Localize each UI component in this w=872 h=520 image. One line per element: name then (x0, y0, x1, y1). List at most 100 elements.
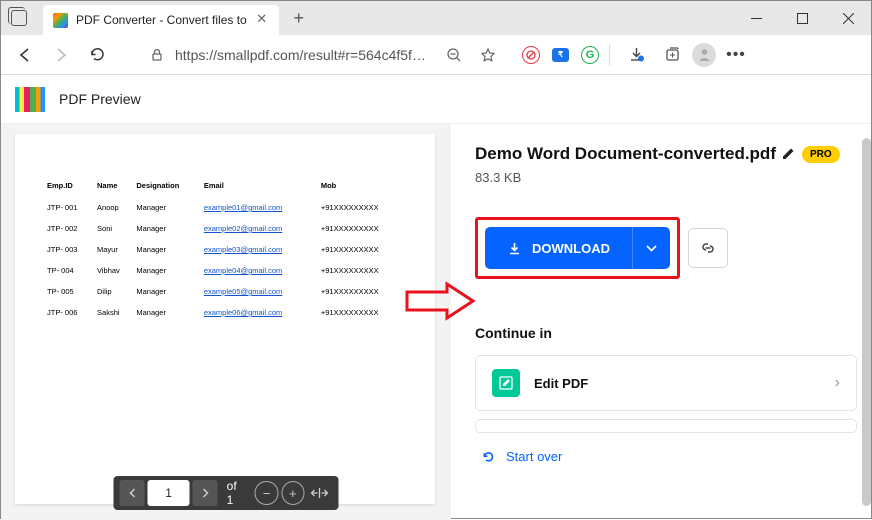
table-row: TP- 004VibhavManagerexample04@gmail.com+… (45, 261, 405, 280)
table-header: Emp.ID (45, 178, 93, 196)
table-cell: JTP- 001 (45, 198, 93, 217)
start-over-link[interactable]: Start over (475, 441, 857, 472)
tab-title: PDF Converter - Convert files to (76, 13, 247, 27)
edit-pdf-label: Edit PDF (534, 376, 821, 391)
table-cell: Sakshi (95, 303, 132, 322)
table-cell: +91XXXXXXXXX (319, 198, 405, 217)
next-page-button[interactable] (193, 480, 218, 506)
back-button[interactable] (9, 39, 41, 71)
restart-icon (481, 449, 496, 464)
minimize-button[interactable] (733, 2, 779, 34)
table-cell: Dilip (95, 282, 132, 301)
zoom-out-button[interactable]: − (255, 481, 278, 505)
preview-table: Emp.IDNameDesignationEmailMob JTP- 001An… (43, 176, 407, 324)
table-cell: +91XXXXXXXXX (319, 261, 405, 280)
menu-icon[interactable]: ••• (720, 39, 752, 71)
table-cell: example03@gmail.com (202, 240, 317, 259)
table-row: JTP- 001AnoopManagerexample01@gmail.com+… (45, 198, 405, 217)
scrollbar[interactable] (862, 138, 871, 506)
address-bar: https://smallpdf.com/result#r=564c4f5f7…… (1, 35, 871, 75)
details-pane: Demo Word Document-converted.pdf PRO 83.… (451, 124, 871, 520)
tab-manager-icon[interactable] (11, 10, 27, 26)
app-header: PDF Preview (1, 75, 871, 123)
preview-pane: Emp.IDNameDesignationEmailMob JTP- 001An… (1, 124, 451, 520)
page-title: PDF Preview (59, 91, 141, 107)
table-cell: Anoop (95, 198, 132, 217)
table-header: Designation (134, 178, 199, 196)
zoom-in-button[interactable]: + (281, 481, 304, 505)
table-cell: JTP- 006 (45, 303, 93, 322)
annotation-arrow (405, 281, 477, 326)
share-link-button[interactable] (688, 228, 728, 268)
table-cell: Manager (134, 198, 199, 217)
profile-icon[interactable] (692, 43, 716, 67)
browser-tab[interactable]: PDF Converter - Convert files to ✕ (43, 5, 279, 35)
forward-button[interactable] (45, 39, 77, 71)
table-cell: Manager (134, 303, 199, 322)
extension-price-icon[interactable]: ₹ (552, 48, 569, 62)
refresh-button[interactable] (81, 39, 113, 71)
red-highlight-box: DOWNLOAD (475, 217, 680, 279)
download-button[interactable]: DOWNLOAD (485, 227, 670, 269)
next-option-placeholder[interactable] (475, 419, 857, 433)
tab-favicon (53, 13, 68, 28)
file-size: 83.3 KB (475, 170, 857, 185)
start-over-label: Start over (506, 449, 562, 464)
table-cell: example05@gmail.com (202, 282, 317, 301)
table-row: JTP- 002SoniManagerexample02@gmail.com+9… (45, 219, 405, 238)
new-tab-button[interactable]: + (285, 4, 313, 32)
table-cell: example02@gmail.com (202, 219, 317, 238)
table-cell: TP- 004 (45, 261, 93, 280)
download-label: DOWNLOAD (532, 241, 610, 256)
table-cell: Soni (95, 219, 132, 238)
table-cell: Mayur (95, 240, 132, 259)
edit-pdf-option[interactable]: Edit PDF › (475, 355, 857, 411)
pro-badge[interactable]: PRO (802, 146, 840, 163)
lock-icon[interactable] (143, 48, 171, 62)
table-cell: example04@gmail.com (202, 261, 317, 280)
fit-width-button[interactable] (307, 480, 332, 506)
table-header: Name (95, 178, 132, 196)
continue-label: Continue in (475, 325, 857, 341)
table-row: TP- 005DilipManagerexample05@gmail.com+9… (45, 282, 405, 301)
collections-icon[interactable] (656, 39, 688, 71)
zoom-out-icon[interactable] (438, 39, 470, 71)
table-cell: JTP- 002 (45, 219, 93, 238)
table-cell: Manager (134, 261, 199, 280)
file-title: Demo Word Document-converted.pdf (475, 144, 776, 164)
edit-pdf-icon (492, 369, 520, 397)
prev-page-button[interactable] (120, 480, 145, 506)
pdf-page-preview[interactable]: Emp.IDNameDesignationEmailMob JTP- 001An… (15, 134, 435, 504)
extension-grammarly-icon[interactable]: G (581, 46, 599, 64)
table-cell: JTP- 003 (45, 240, 93, 259)
table-cell: +91XXXXXXXXX (319, 303, 405, 322)
table-cell: Vibhav (95, 261, 132, 280)
table-cell: Manager (134, 282, 199, 301)
extension-adblock-icon[interactable] (522, 46, 540, 64)
table-cell: example06@gmail.com (202, 303, 317, 322)
url-text[interactable]: https://smallpdf.com/result#r=564c4f5f7… (175, 47, 430, 63)
page-number-input[interactable] (148, 480, 190, 506)
rename-icon[interactable] (781, 146, 797, 162)
smallpdf-logo[interactable] (15, 87, 45, 112)
maximize-button[interactable] (779, 2, 825, 34)
table-cell: +91XXXXXXXXX (319, 219, 405, 238)
download-caret[interactable] (632, 227, 670, 269)
window-controls (733, 2, 871, 34)
table-cell: Manager (134, 240, 199, 259)
table-cell: Manager (134, 219, 199, 238)
table-cell: +91XXXXXXXXX (319, 240, 405, 259)
downloads-icon[interactable] (620, 39, 652, 71)
favorite-icon[interactable] (472, 39, 504, 71)
table-row: JTP- 003MayurManagerexample03@gmail.com+… (45, 240, 405, 259)
table-header: Mob (319, 178, 405, 196)
close-tab-button[interactable]: ✕ (255, 13, 269, 27)
table-cell: TP- 005 (45, 282, 93, 301)
download-icon (507, 241, 522, 256)
separator (609, 44, 610, 66)
table-cell: example01@gmail.com (202, 198, 317, 217)
close-window-button[interactable] (825, 2, 871, 34)
table-cell: +91XXXXXXXXX (319, 282, 405, 301)
table-header: Email (202, 178, 317, 196)
chevron-right-icon: › (835, 374, 840, 392)
